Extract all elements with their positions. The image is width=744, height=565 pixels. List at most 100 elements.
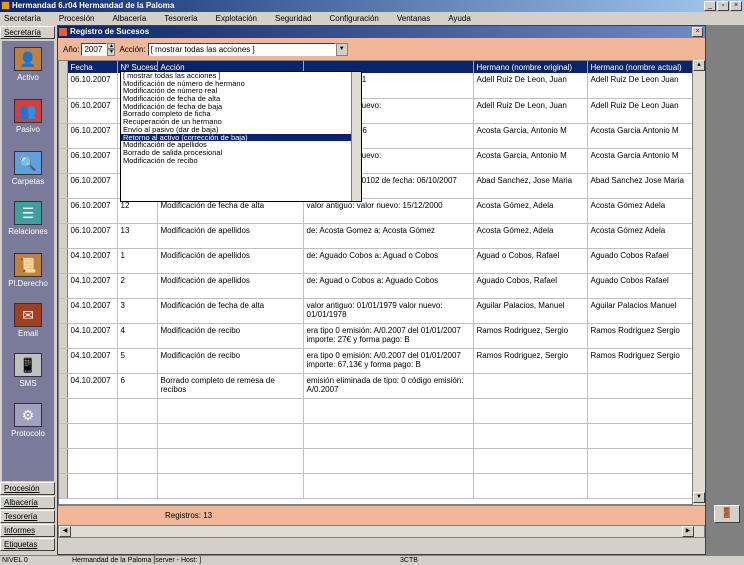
sidebar-item-carpetas[interactable]: 🔍 Carpetas bbox=[2, 151, 54, 186]
sidebar-item-plderecho[interactable]: 📜 Pl.Derecho bbox=[2, 253, 54, 288]
year-input[interactable]: 2007 bbox=[81, 42, 108, 56]
sidebar-tab-etiquetas[interactable]: Etiquetas bbox=[0, 538, 55, 551]
dropdown-option[interactable]: Modificación de recibo bbox=[121, 156, 361, 165]
row-indicator[interactable] bbox=[59, 98, 68, 124]
cell-original: Acosta Garcia, Antonio M bbox=[473, 123, 588, 149]
chevron-down-icon[interactable]: ▼ bbox=[335, 42, 348, 56]
table-row[interactable]: 06.10.2007 13 Modificación de apellidos de:… bbox=[59, 223, 694, 249]
cell-actual: Acosta Garcia Antonio M bbox=[587, 148, 694, 174]
horizontal-scrollbar[interactable]: ◀ ▶ bbox=[58, 525, 705, 538]
folder-search-icon: 🔍 bbox=[14, 151, 42, 175]
row-indicator[interactable] bbox=[59, 298, 68, 324]
scroll-left-icon[interactable]: ◀ bbox=[59, 526, 71, 537]
window-close-button[interactable]: × bbox=[692, 27, 703, 37]
sidebar-tab-tesoreria[interactable]: Tesorería bbox=[0, 510, 55, 523]
sidebar-tab-procesion[interactable]: Procesión bbox=[0, 482, 55, 495]
sidebar-item-label: SMS bbox=[19, 379, 37, 388]
scroll-right-icon[interactable]: ▶ bbox=[682, 526, 694, 537]
empty-cell bbox=[303, 448, 474, 474]
scroll-down-icon[interactable]: ▼ bbox=[693, 492, 705, 503]
row-indicator[interactable] bbox=[59, 123, 68, 149]
table-row[interactable]: 04.10.2007 5 Modificación de recibo era tip… bbox=[59, 348, 694, 374]
menu-explotacion[interactable]: Explotación bbox=[216, 14, 257, 23]
row-indicator[interactable] bbox=[59, 73, 68, 99]
action-dropdown-list: [ mostrar todas las acciones ] Modificaci… bbox=[120, 71, 362, 202]
menu-secretaria[interactable]: Secretaría bbox=[4, 14, 41, 23]
sidebar-item-label: Protocolo bbox=[11, 429, 45, 438]
table-row[interactable]: 04.10.2007 3 Modificación de fecha de alta… bbox=[59, 298, 694, 324]
cell-numero: 6 bbox=[117, 373, 158, 399]
cell-detalle: era tipo 0 emisión: A/0.2007 del 01/01/2… bbox=[303, 323, 474, 349]
minimize-button[interactable]: _ bbox=[704, 1, 716, 11]
col-original-header[interactable]: Hermano (nombre original) bbox=[473, 61, 588, 73]
cell-fecha: 04.10.2007 bbox=[67, 373, 118, 399]
table-row[interactable]: 04.10.2007 2 Modificación de apellidos de: … bbox=[59, 273, 694, 299]
row-indicator[interactable] bbox=[59, 323, 68, 349]
maximize-button[interactable]: ▫ bbox=[717, 1, 729, 11]
cell-numero: 2 bbox=[117, 273, 158, 299]
row-indicator[interactable] bbox=[59, 198, 68, 224]
row-indicator[interactable] bbox=[59, 273, 68, 299]
menu-albaceria[interactable]: Albacería bbox=[112, 14, 146, 23]
table-row[interactable]: 04.10.2007 4 Modificación de recibo era tip… bbox=[59, 323, 694, 349]
row-indicator[interactable] bbox=[59, 373, 68, 399]
empty-cell bbox=[59, 448, 68, 474]
empty-row bbox=[59, 423, 694, 449]
menu-seguridad[interactable]: Seguridad bbox=[275, 14, 311, 23]
email-icon: ✉ bbox=[14, 303, 42, 327]
menu-ventanas[interactable]: Ventanas bbox=[397, 14, 430, 23]
window-title-bar: Registro de Sucesos bbox=[58, 26, 705, 38]
row-indicator[interactable] bbox=[59, 148, 68, 174]
empty-cell bbox=[117, 448, 158, 474]
row-indicator[interactable] bbox=[59, 223, 68, 249]
dropdown-scrollbar[interactable] bbox=[351, 72, 361, 201]
row-indicator[interactable] bbox=[59, 248, 68, 274]
spin-down-icon[interactable]: ▼ bbox=[107, 49, 116, 56]
empty-cell bbox=[59, 398, 68, 424]
cell-numero: 1 bbox=[117, 248, 158, 274]
menu-procesion[interactable]: Procesión bbox=[59, 14, 95, 23]
year-spinner[interactable]: ▲ ▼ bbox=[107, 42, 116, 56]
sidebar-tab-secretaria[interactable]: Secretaría bbox=[0, 26, 55, 39]
empty-cell bbox=[157, 423, 304, 449]
menu-tesoreria[interactable]: Tesorería bbox=[164, 14, 197, 23]
sidebar-item-label: Pl.Derecho bbox=[8, 279, 48, 288]
menu-ayuda[interactable]: Ayuda bbox=[448, 14, 471, 23]
col-fecha-header[interactable]: Fecha bbox=[67, 61, 118, 73]
row-indicator[interactable] bbox=[59, 348, 68, 374]
cell-accion: Modificación de recibo bbox=[157, 323, 304, 349]
protocol-icon: ⚙ bbox=[14, 403, 42, 427]
sidebar-item-email[interactable]: ✉ Email bbox=[2, 303, 54, 338]
scroll-up-icon[interactable]: ▲ bbox=[693, 60, 705, 71]
empty-cell bbox=[157, 473, 304, 499]
empty-cell bbox=[587, 473, 694, 499]
table-row[interactable]: 04.10.2007 6 Borrado completo de remesa de… bbox=[59, 373, 694, 399]
sidebar-tab-albaceria[interactable]: Albacería bbox=[0, 496, 55, 509]
cell-accion: Modificación de apellidos bbox=[157, 248, 304, 274]
cell-original bbox=[473, 373, 588, 399]
cell-original: Aguado Cobos, Rafael bbox=[473, 273, 588, 299]
sidebar-tab-informes[interactable]: Informes bbox=[0, 524, 55, 537]
vertical-scrollbar[interactable]: ▲ ▼ bbox=[692, 60, 705, 505]
col-actual-header[interactable]: Hermano (nombre actual) bbox=[587, 61, 694, 73]
cell-original: Adell Ruiz De Leon, Juan bbox=[473, 98, 588, 124]
sidebar-item-pasivo[interactable]: 👥 Pasivo bbox=[2, 99, 54, 134]
app-icon bbox=[1, 1, 10, 10]
sidebar-item-sms[interactable]: 📱 SMS bbox=[2, 353, 54, 388]
cell-original: Ramos Rodriguez, Sergio bbox=[473, 323, 588, 349]
cell-detalle: era tipo 0 emisión: A/0.2007 del 01/01/2… bbox=[303, 348, 474, 374]
cell-actual: Aguado Cobos Rafael bbox=[587, 248, 694, 274]
sidebar-item-relaciones[interactable]: ☰ Relaciones bbox=[2, 201, 54, 236]
sidebar-item-activo[interactable]: 👤 Activo bbox=[2, 47, 54, 82]
cell-fecha: 06.10.2007 bbox=[67, 98, 118, 124]
table-row[interactable]: 04.10.2007 1 Modificación de apellidos de: … bbox=[59, 248, 694, 274]
sidebar-item-protocolo[interactable]: ⚙ Protocolo bbox=[2, 403, 54, 438]
row-indicator[interactable] bbox=[59, 173, 68, 199]
exit-door-icon[interactable]: 🚪 bbox=[714, 505, 740, 523]
close-button[interactable]: × bbox=[730, 1, 742, 11]
empty-cell bbox=[67, 473, 118, 499]
right-panel bbox=[706, 25, 744, 555]
menu-configuracion[interactable]: Configuración bbox=[329, 14, 378, 23]
empty-cell bbox=[67, 398, 118, 424]
action-select[interactable]: [ mostrar todas las acciones ] bbox=[147, 42, 336, 56]
